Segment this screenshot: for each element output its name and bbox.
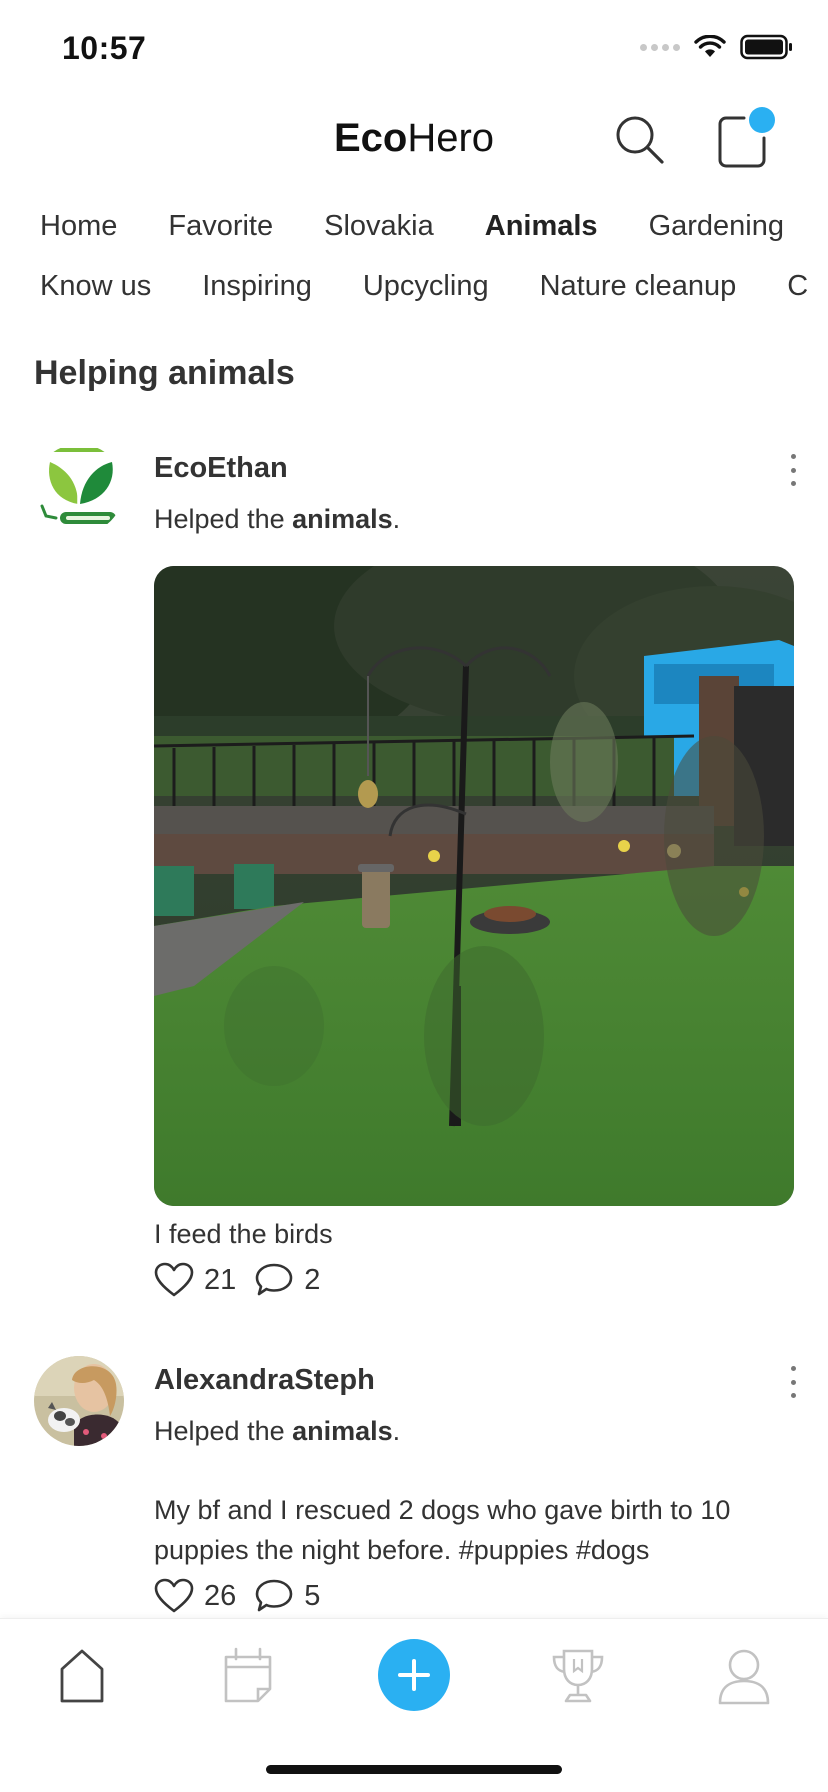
post-photo[interactable] [154,566,794,1206]
avatar[interactable] [34,444,124,534]
home-indicator[interactable] [266,1765,562,1774]
nav-item-home[interactable]: Home [40,210,117,243]
home-icon[interactable] [52,1645,112,1705]
app-title-regular: Hero [407,116,495,160]
notification-icon[interactable] [712,106,778,172]
bird-feeder-garden-photo [154,566,794,1206]
action-category[interactable]: animals [292,504,393,534]
like-heart-icon[interactable] [154,1578,194,1614]
app-title: EcoHero [0,116,828,161]
more-options-icon[interactable] [776,1362,810,1402]
nav-item-gardening[interactable]: Gardening [649,210,784,243]
post-stats: 21 2 [154,1262,338,1298]
like-count: 26 [204,1579,237,1612]
action-prefix: Helped the [154,504,293,534]
nav-item-favorite[interactable]: Favorite [168,210,273,243]
action-suffix: . [392,1416,401,1446]
category-nav-row-1: Home Favorite Slovakia Animals Gardening [40,210,828,243]
app-title-bold: Eco [333,116,408,160]
avatar[interactable] [34,1356,124,1446]
cellular-signal-icon [640,43,680,51]
nav-item-inspiring[interactable]: Inspiring [202,270,312,303]
battery-icon [740,34,792,60]
user-photo-avatar [34,1356,124,1446]
profile-icon[interactable] [714,1645,774,1705]
comment-count: 5 [304,1579,321,1612]
nav-item-truncated[interactable]: C [787,270,808,303]
like-count: 21 [204,1263,237,1296]
wifi-icon [694,35,726,57]
post-username[interactable]: AlexandraSteph [154,1364,375,1397]
app-header: EcoHero [0,100,828,180]
more-options-icon[interactable] [776,450,810,490]
comment-bubble-icon[interactable] [254,1578,294,1614]
nav-item-animals[interactable]: Animals [485,210,598,243]
add-icon [398,1659,430,1691]
comment-count: 2 [304,1263,321,1296]
post-username[interactable]: EcoEthan [154,452,288,485]
nav-item-upcycling[interactable]: Upcycling [363,270,489,303]
action-category[interactable]: animals [292,1416,393,1446]
post-action-line: Helped the animals. [154,1416,400,1447]
post-action-line: Helped the animals. [154,504,400,535]
post-stats: 26 5 [154,1578,338,1614]
section-title: Helping animals [34,354,295,392]
action-prefix: Helped the [154,1416,293,1446]
action-suffix: . [392,504,401,534]
status-icons [640,34,794,60]
post-caption: I feed the birds [154,1219,333,1249]
add-post-button[interactable] [378,1639,450,1711]
trophy-icon[interactable] [548,1645,608,1705]
nav-item-know-us[interactable]: Know us [40,270,151,303]
like-heart-icon[interactable] [154,1262,194,1298]
search-icon[interactable] [612,112,668,168]
nav-item-nature-cleanup[interactable]: Nature cleanup [540,270,737,303]
post-caption: My bf and I rescued 2 dogs who gave birt… [154,1495,731,1565]
status-bar: 10:57 [0,0,828,100]
category-nav: Home Favorite Slovakia Animals Gardening… [0,204,828,324]
nav-item-slovakia[interactable]: Slovakia [324,210,434,243]
comment-bubble-icon[interactable] [254,1262,294,1298]
calendar-icon[interactable] [218,1645,278,1705]
eco-friendly-leaf-logo-icon [40,448,116,524]
category-nav-row-2: Know us Inspiring Upcycling Nature clean… [40,270,828,303]
status-time: 10:57 [62,30,147,66]
